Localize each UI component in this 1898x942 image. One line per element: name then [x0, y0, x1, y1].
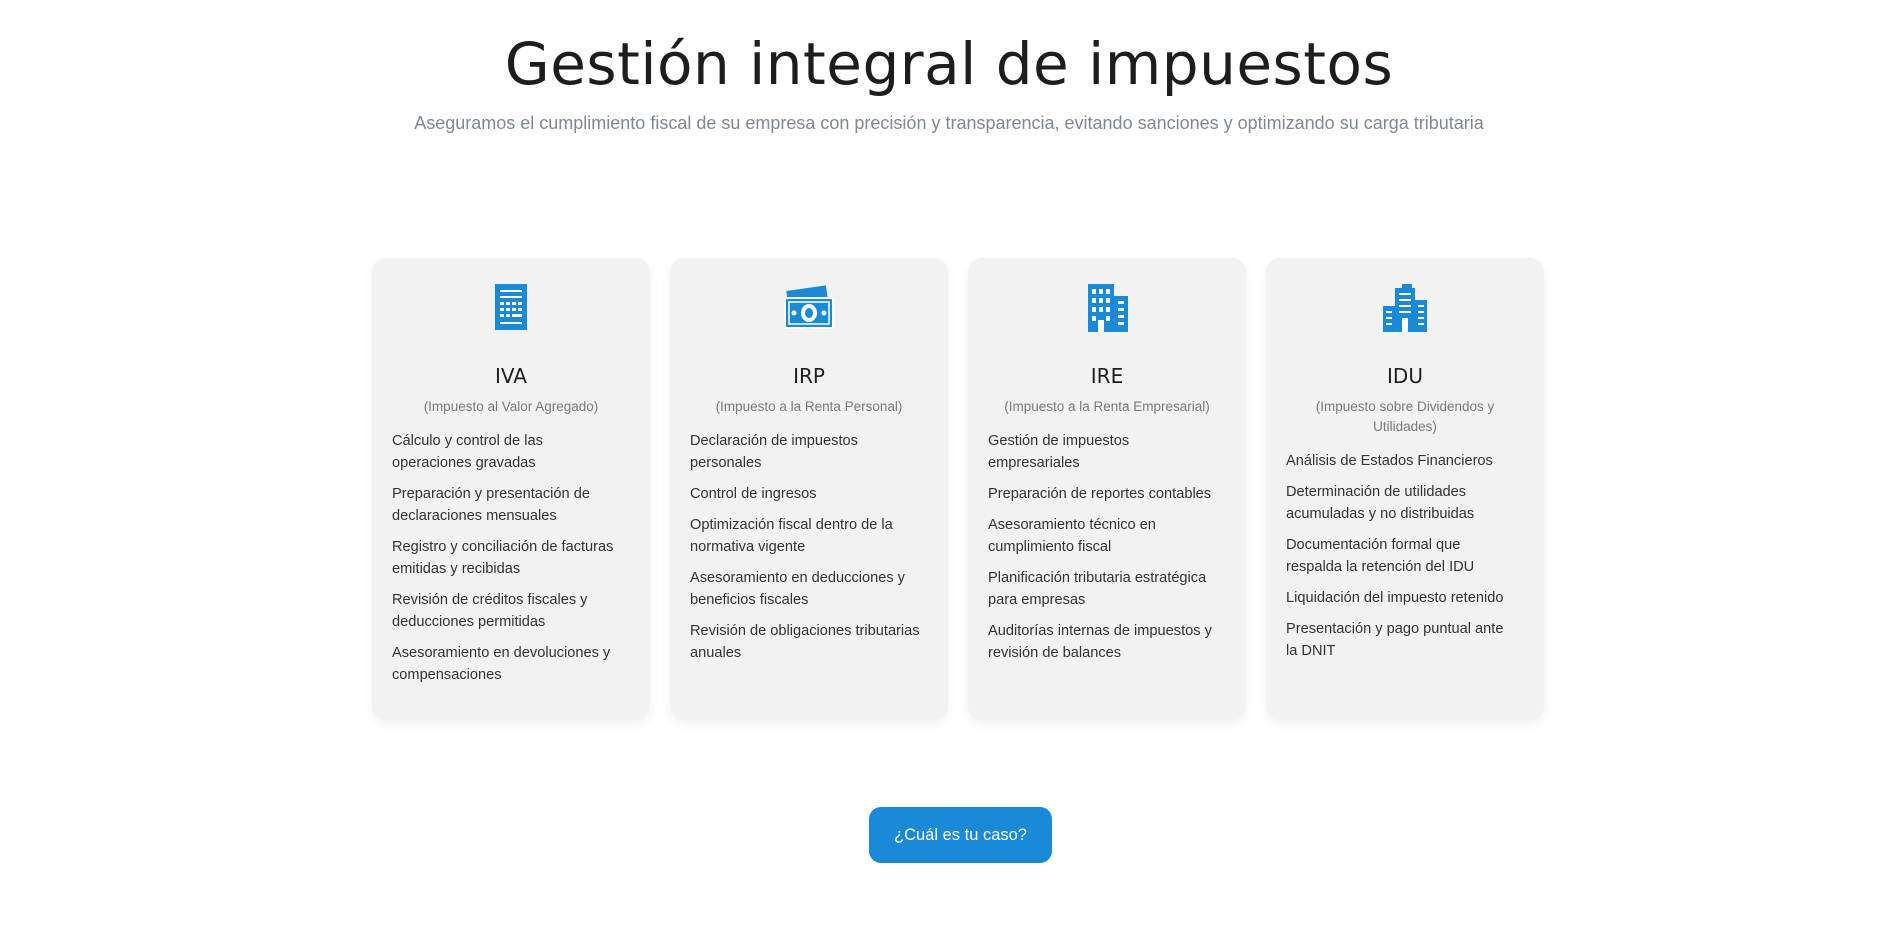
- page-title: Gestión integral de impuestos: [504, 30, 1394, 98]
- list-item: Auditorías internas de impuestos y revis…: [988, 623, 1212, 661]
- list-item: Planificación tributaria estratégica par…: [988, 570, 1207, 608]
- card-iva: IVA (Impuesto al Valor Agregado) Cálculo…: [372, 258, 650, 720]
- card-title: IDU: [1387, 364, 1423, 388]
- list-item: Preparación de reportes contables: [988, 486, 1212, 502]
- card-title: IRE: [1090, 364, 1124, 388]
- card-feature-list: Gestión de impuestos empresariales Prepa…: [988, 430, 1226, 664]
- list-item: Revisión de créditos fiscales y deduccio…: [392, 592, 588, 630]
- list-item: Gestión de impuestos empresariales: [988, 433, 1130, 471]
- card-feature-list: Análisis de Estados Financieros Determin…: [1286, 450, 1524, 662]
- card-irp: IRP (Impuesto a la Renta Personal) Decla…: [670, 258, 948, 720]
- list-item: Determinación de utilidades acumuladas y…: [1286, 484, 1475, 522]
- city-buildings-icon: [1378, 284, 1432, 334]
- list-item: Cálculo y control de las operaciones gra…: [392, 433, 543, 471]
- list-item: Optimización fiscal dentro de la normati…: [690, 517, 893, 555]
- calculator-icon: [484, 284, 538, 334]
- card-subtitle: (Impuesto al Valor Agregado): [423, 399, 599, 414]
- list-item: Preparación y presentación de declaracio…: [392, 486, 590, 524]
- card-ire: IRE (Impuesto a la Renta Empresarial) Ge…: [968, 258, 1246, 720]
- tax-cards-grid: IVA (Impuesto al Valor Agregado) Cálculo…: [372, 258, 1544, 720]
- card-subtitle: (Impuesto sobre Dividendos y Utilidades): [1315, 399, 1495, 434]
- office-building-icon: [1080, 284, 1134, 334]
- card-subtitle: (Impuesto a la Renta Empresarial): [1004, 399, 1210, 414]
- page-subtitle: Aseguramos el cumplimiento fiscal de su …: [414, 113, 1484, 133]
- card-title: IRP: [793, 364, 825, 388]
- list-item: Revisión de obligaciones tributarias anu…: [690, 623, 920, 661]
- card-idu: IDU (Impuesto sobre Dividendos y Utilida…: [1266, 258, 1544, 720]
- cta-button[interactable]: ¿Cuál es tu caso?: [869, 807, 1052, 863]
- list-item: Documentación formal que respalda la ret…: [1286, 537, 1475, 575]
- list-item: Presentación y pago puntual ante la DNIT: [1286, 621, 1504, 659]
- list-item: Asesoramiento en devoluciones y compensa…: [392, 645, 611, 683]
- list-item: Asesoramiento en deducciones y beneficio…: [690, 570, 905, 608]
- card-subtitle: (Impuesto a la Renta Personal): [715, 399, 903, 414]
- list-item: Control de ingresos: [690, 486, 817, 502]
- money-bills-icon: [782, 284, 836, 334]
- list-item: Registro y conciliación de facturas emit…: [392, 539, 614, 577]
- list-item: Asesoramiento técnico en cumplimiento fi…: [988, 517, 1156, 555]
- card-feature-list: Declaración de impuestos personales Cont…: [690, 430, 928, 664]
- card-feature-list: Cálculo y control de las operaciones gra…: [392, 430, 630, 686]
- list-item: Análisis de Estados Financieros: [1286, 453, 1493, 469]
- card-title: IVA: [495, 364, 527, 388]
- list-item: Liquidación del impuesto retenido: [1286, 590, 1504, 606]
- list-item: Declaración de impuestos personales: [690, 433, 858, 471]
